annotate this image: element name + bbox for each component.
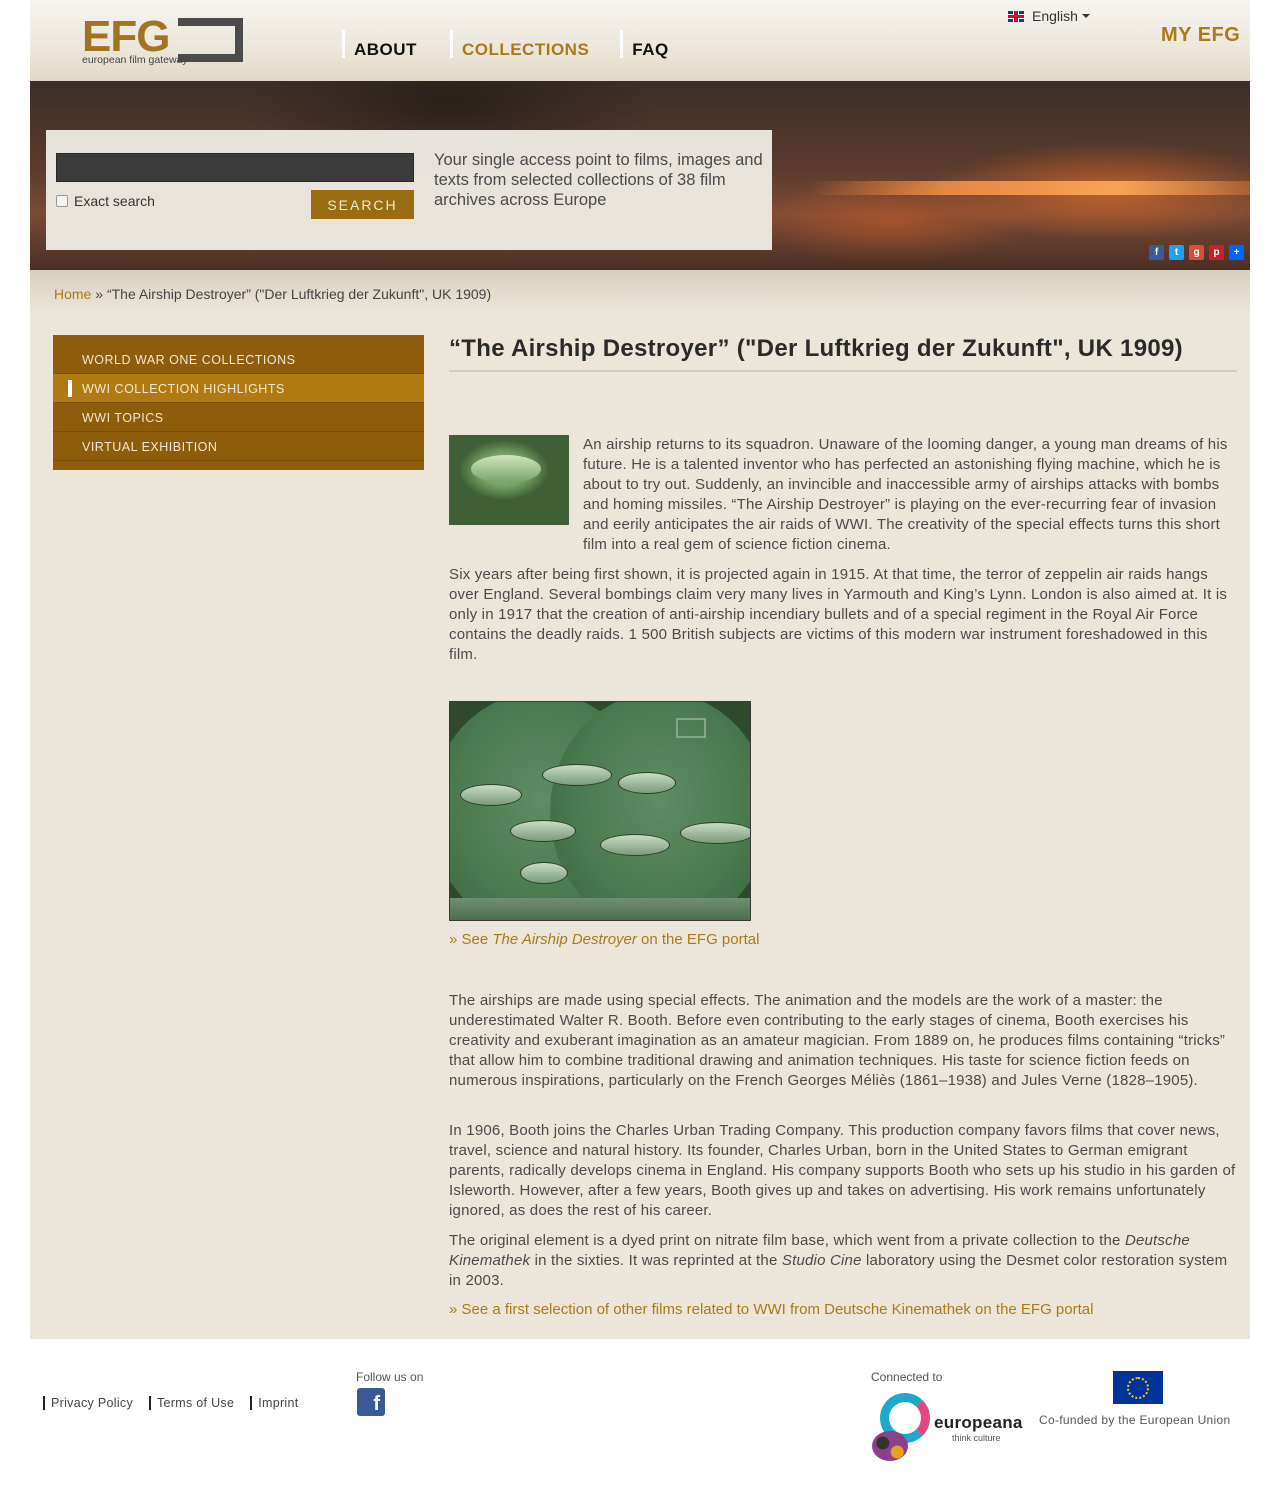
sidebar-item-wwi-collections[interactable]: WORLD WAR ONE COLLECTIONS bbox=[53, 345, 424, 374]
connected-label: Connected to bbox=[871, 1370, 943, 1384]
eu-stars-icon bbox=[1127, 1377, 1149, 1399]
site-header: EFG european film gateway ABOUT COLLECTI… bbox=[30, 0, 1250, 81]
page-title: “The Airship Destroyer” ("Der Luftkrieg … bbox=[449, 330, 1237, 372]
cofunded-label: Co-funded by the European Union bbox=[1039, 1413, 1231, 1427]
airship-shape bbox=[680, 822, 750, 844]
section-sidebar: WORLD WAR ONE COLLECTIONS WWI COLLECTION… bbox=[53, 335, 424, 470]
nav-collections[interactable]: COLLECTIONS bbox=[449, 30, 603, 59]
page-container: EFG european film gateway ABOUT COLLECTI… bbox=[30, 0, 1250, 1339]
related-films-link[interactable]: » See a first selection of other films r… bbox=[449, 1301, 1093, 1318]
europeana-tagline: think culture bbox=[952, 1433, 1001, 1443]
breadcrumb-bar: Home » “The Airship Destroyer” ("Der Luf… bbox=[30, 270, 1250, 314]
nav-about[interactable]: ABOUT bbox=[342, 30, 431, 59]
archive-watermark-icon bbox=[676, 718, 706, 738]
language-selector[interactable]: English bbox=[1008, 8, 1090, 24]
privacy-policy-link[interactable]: Privacy Policy bbox=[43, 1396, 133, 1410]
see-link-prefix: » See bbox=[449, 931, 493, 948]
sidebar-item-wwi-highlights[interactable]: WWI COLLECTION HIGHLIGHTS bbox=[53, 374, 424, 403]
pinterest-icon[interactable]: p bbox=[1209, 245, 1224, 260]
airship-shape bbox=[600, 834, 670, 856]
restoration-paragraph: The original element is a dyed print on … bbox=[449, 1231, 1237, 1291]
europeana-dots-icon bbox=[872, 1431, 908, 1461]
site-tagline: Your single access point to films, image… bbox=[434, 151, 763, 209]
sidebar-item-wwi-topics[interactable]: WWI TOPICS bbox=[53, 403, 424, 432]
airship-shape bbox=[542, 764, 612, 786]
hero-banner: Exact search SEARCH Your single access p… bbox=[30, 81, 1250, 270]
airship-shape bbox=[618, 772, 676, 794]
follow-label: Follow us on bbox=[356, 1370, 424, 1384]
breadcrumb-separator: » bbox=[95, 286, 104, 302]
exact-search-checkbox[interactable] bbox=[56, 195, 68, 207]
chevron-down-icon bbox=[1081, 14, 1090, 18]
banner-light-streak bbox=[810, 181, 1250, 195]
breadcrumb-home[interactable]: Home bbox=[54, 286, 91, 302]
main-navigation: ABOUT COLLECTIONS FAQ bbox=[342, 30, 683, 59]
restoration-text: in the sixties. It was reprinted at the bbox=[530, 1252, 782, 1269]
terms-of-use-link[interactable]: Terms of Use bbox=[149, 1396, 234, 1410]
exact-search-label: Exact search bbox=[74, 193, 155, 209]
eu-flag-icon bbox=[1113, 1371, 1163, 1404]
film-still-image bbox=[449, 701, 751, 921]
language-label: English bbox=[1032, 8, 1078, 24]
my-efg-link[interactable]: MY EFG bbox=[1161, 24, 1240, 47]
share-toolbar: f t g p + bbox=[1144, 245, 1244, 260]
europeana-wordmark: europeana bbox=[934, 1413, 1023, 1432]
booth-paragraph: The airships are made using special effe… bbox=[449, 992, 1226, 1089]
nav-faq[interactable]: FAQ bbox=[620, 30, 682, 59]
horizon-strip bbox=[450, 898, 750, 920]
airship-shape bbox=[510, 820, 576, 842]
share-plus-icon[interactable]: + bbox=[1229, 245, 1244, 260]
twitter-icon[interactable]: t bbox=[1169, 245, 1184, 260]
site-footer: Privacy Policy Terms of Use Imprint Foll… bbox=[0, 1339, 1280, 1508]
airship-shape bbox=[460, 784, 522, 806]
see-film-link[interactable]: » See The Airship Destroyer on the EFG p… bbox=[449, 931, 759, 948]
see-link-suffix: on the EFG portal bbox=[636, 931, 760, 948]
urban-paragraph: In 1906, Booth joins the Charles Urban T… bbox=[449, 1122, 1236, 1219]
search-panel: Exact search SEARCH Your single access p… bbox=[46, 130, 772, 250]
footer-links: Privacy Policy Terms of Use Imprint bbox=[43, 1396, 315, 1410]
sidebar-item-virtual-exhibition[interactable]: VIRTUAL EXHIBITION bbox=[53, 432, 424, 461]
efg-logo[interactable]: EFG european film gateway bbox=[82, 12, 247, 66]
see-link-title: The Airship Destroyer bbox=[492, 931, 637, 948]
imprint-link[interactable]: Imprint bbox=[250, 1396, 298, 1410]
logo-tagline: european film gateway bbox=[82, 54, 188, 66]
article: “The Airship Destroyer” ("Der Luftkrieg … bbox=[449, 330, 1237, 1318]
breadcrumb-current: “The Airship Destroyer” ("Der Luftkrieg … bbox=[106, 286, 492, 302]
airship-image bbox=[471, 455, 541, 483]
binocular-right-lens bbox=[550, 702, 750, 920]
breadcrumb: Home » “The Airship Destroyer” ("Der Luf… bbox=[54, 286, 491, 302]
restoration-text: The original element is a dyed print on … bbox=[449, 1232, 1125, 1249]
facebook-icon[interactable]: f bbox=[1149, 245, 1164, 260]
search-button[interactable]: SEARCH bbox=[311, 190, 414, 219]
airship-shape bbox=[520, 862, 568, 884]
film-thumbnail bbox=[449, 435, 569, 525]
google-plus-icon[interactable]: g bbox=[1189, 245, 1204, 260]
restoration-lab-name: Studio Cine bbox=[781, 1252, 862, 1269]
europeana-logo[interactable]: europeana think culture bbox=[872, 1391, 1022, 1463]
facebook-icon[interactable]: f bbox=[357, 1388, 385, 1416]
intro-paragraph: An airship returns to its squadron. Unaw… bbox=[583, 436, 1228, 553]
history-paragraph: Six years after being first shown, it is… bbox=[449, 566, 1228, 663]
search-input[interactable] bbox=[56, 153, 414, 182]
uk-flag-icon bbox=[1008, 10, 1024, 22]
exact-search-option[interactable]: Exact search bbox=[56, 193, 155, 209]
